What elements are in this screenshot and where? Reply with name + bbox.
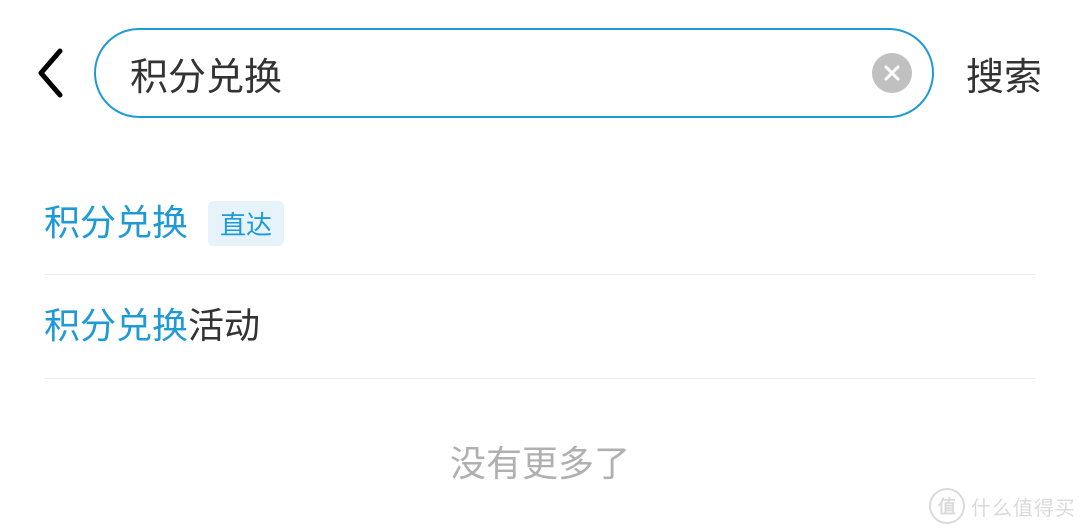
close-icon — [883, 64, 901, 82]
search-button[interactable]: 搜索 — [958, 46, 1050, 101]
no-more-results-label: 没有更多了 — [44, 435, 1036, 487]
search-field-container — [94, 28, 934, 118]
search-result-row[interactable]: 积分兑换 直达 — [44, 188, 1036, 275]
result-highlight: 积分兑换 — [44, 202, 188, 243]
clear-search-button[interactable] — [872, 53, 912, 93]
watermark: 值 什么值得买 — [929, 488, 1076, 524]
search-result-row[interactable]: 积分兑换活动 — [44, 275, 1036, 378]
search-result-text: 积分兑换 — [44, 198, 188, 248]
search-results-list: 积分兑换 直达 积分兑换活动 没有更多了 — [0, 118, 1080, 487]
chevron-left-icon — [35, 47, 65, 99]
watermark-logo-icon: 值 — [929, 488, 965, 524]
result-plain: 活动 — [188, 305, 260, 346]
result-highlight: 积分兑换 — [44, 305, 188, 346]
search-result-text: 积分兑换活动 — [44, 301, 260, 351]
search-header: 搜索 — [0, 0, 1080, 118]
watermark-text: 什么值得买 — [971, 492, 1076, 521]
back-button[interactable] — [30, 43, 70, 103]
direct-tag: 直达 — [208, 201, 284, 246]
search-input[interactable] — [130, 52, 856, 95]
